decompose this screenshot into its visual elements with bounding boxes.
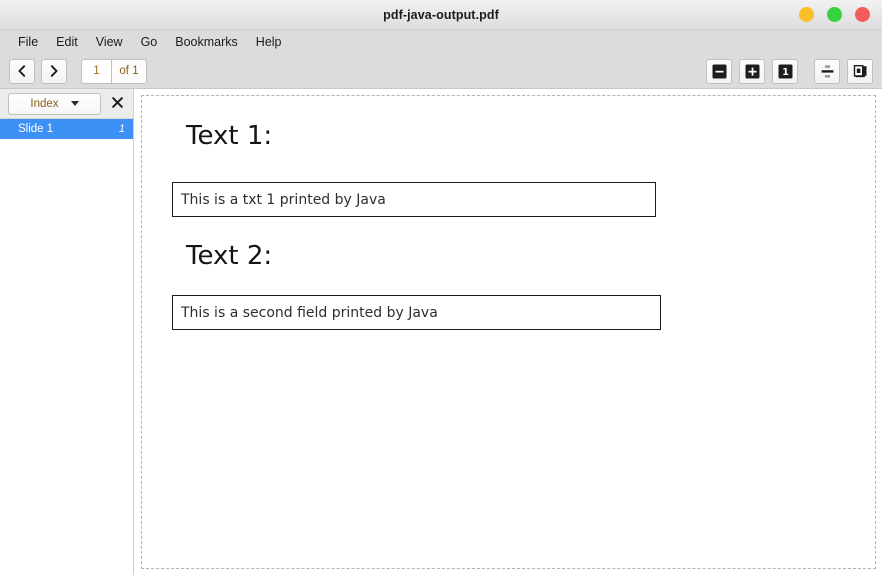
- menu-view[interactable]: View: [87, 33, 132, 51]
- list-item[interactable]: Slide 1 1: [0, 119, 133, 139]
- maximize-button[interactable]: [827, 7, 842, 22]
- minus-icon: [712, 64, 727, 79]
- sidebar: Index Slide 1 1: [0, 89, 134, 575]
- pdf-viewer-window: pdf-java-output.pdf File Edit View Go Bo…: [0, 0, 882, 575]
- chevron-right-icon: [47, 64, 61, 78]
- close-icon: [111, 96, 123, 111]
- svg-text:1: 1: [782, 67, 789, 78]
- pdf-form-field-1[interactable]: This is a txt 1 printed by Java: [172, 182, 656, 217]
- menu-bookmarks[interactable]: Bookmarks: [166, 33, 247, 51]
- multi-page-icon: [853, 64, 868, 79]
- sidebar-mode-dropdown[interactable]: Index: [8, 92, 101, 115]
- view-mode-group: [814, 58, 873, 84]
- plus-icon: [745, 64, 760, 79]
- close-button[interactable]: [855, 7, 870, 22]
- document-view[interactable]: Text 1: This is a txt 1 printed by Java …: [134, 89, 882, 575]
- pdf-page: Text 1: This is a txt 1 printed by Java …: [141, 95, 876, 569]
- minimize-button[interactable]: [799, 7, 814, 22]
- actual-size-button[interactable]: 1: [772, 58, 798, 84]
- sidebar-header: Index: [0, 89, 133, 118]
- slide-list[interactable]: Slide 1 1: [0, 118, 133, 575]
- toolbar-right-group: 1: [706, 58, 873, 84]
- one-icon: 1: [778, 64, 793, 79]
- menu-bar: File Edit View Go Bookmarks Help: [0, 30, 882, 54]
- toolbar: of 1: [0, 54, 882, 89]
- zoom-group: 1: [706, 58, 798, 84]
- menu-edit[interactable]: Edit: [47, 33, 87, 51]
- pdf-content: Text 1: This is a txt 1 printed by Java …: [142, 96, 875, 568]
- window-controls: [799, 0, 870, 29]
- page-number-input[interactable]: [81, 58, 111, 84]
- window-title: pdf-java-output.pdf: [383, 7, 499, 22]
- slide-number: 1: [118, 123, 125, 135]
- page-indicator: of 1: [81, 58, 147, 84]
- main-area: Index Slide 1 1 Text 1: This is a txt 1 …: [0, 89, 882, 575]
- slide-label: Slide 1: [18, 123, 54, 135]
- page-total-label: of 1: [111, 58, 147, 84]
- pdf-heading-text-2: Text 2:: [186, 241, 273, 271]
- menu-file[interactable]: File: [9, 33, 47, 51]
- next-page-button[interactable]: [41, 58, 67, 84]
- previous-page-button[interactable]: [9, 58, 35, 84]
- zoom-out-button[interactable]: [706, 58, 732, 84]
- scroll-mode-button[interactable]: [814, 58, 840, 84]
- pdf-form-field-2[interactable]: This is a second field printed by Java: [172, 295, 661, 330]
- pdf-heading-text-1: Text 1:: [186, 121, 273, 151]
- sidebar-mode-label: Index: [30, 97, 59, 110]
- chevron-down-icon: [70, 101, 79, 106]
- menu-go[interactable]: Go: [132, 33, 167, 51]
- multi-page-button[interactable]: [847, 58, 873, 84]
- navigation-group: of 1: [9, 58, 147, 84]
- title-bar: pdf-java-output.pdf: [0, 0, 882, 30]
- chevron-left-icon: [15, 64, 29, 78]
- page-scroll-icon: [820, 64, 835, 79]
- sidebar-close-button[interactable]: [107, 93, 127, 115]
- zoom-in-button[interactable]: [739, 58, 765, 84]
- menu-help[interactable]: Help: [247, 33, 291, 51]
